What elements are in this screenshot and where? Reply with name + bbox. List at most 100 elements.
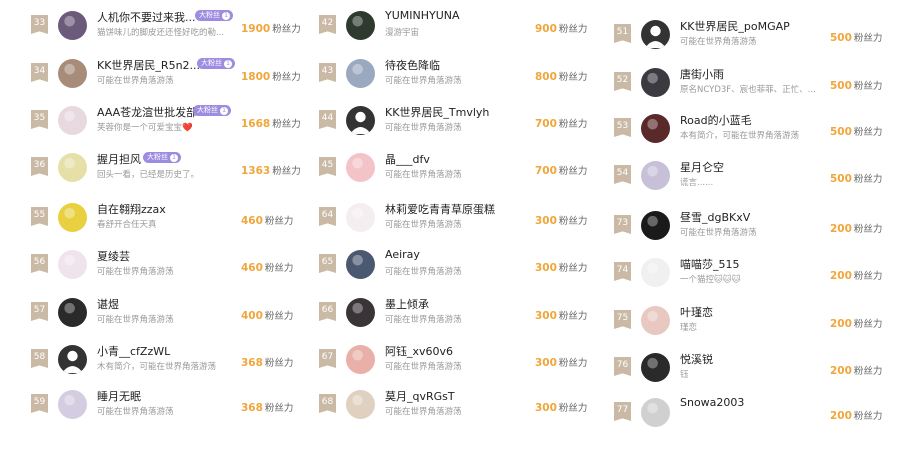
avatar[interactable] [58, 203, 87, 232]
fan-list-item[interactable]: 33 人机你不要过来我... 大粉丝 1 猫饼味儿的脚皮还还怪好吃的勒... 1900 粉丝… [31, 10, 301, 63]
fan-power-unit: 粉丝力 [853, 33, 883, 44]
fan-power: 200 粉丝力 [830, 359, 882, 378]
fan-power: 300 粉丝力 [535, 351, 587, 370]
rank-number: 65 [319, 254, 336, 273]
user-name[interactable]: KK世界居民_poMGAP [680, 18, 790, 34]
avatar[interactable] [346, 298, 375, 327]
avatar[interactable] [346, 345, 375, 374]
fan-list-item[interactable]: 51 KK世界居民_poMGAP 可能在世界角落游荡 500 粉丝力 [614, 20, 884, 72]
user-name[interactable]: KK世界居民_Tmvlyh [385, 104, 489, 120]
avatar[interactable] [58, 345, 87, 374]
rank-number: 74 [614, 262, 631, 281]
fan-list-item[interactable]: 56 夏绫芸 可能在世界角落游荡 460 粉丝力 [31, 250, 301, 302]
user-name[interactable]: 喵喵莎_515 [680, 256, 740, 272]
user-description: 钰 [680, 370, 689, 380]
user-name[interactable]: 唐街小雨 [680, 66, 724, 82]
fan-power: 460 粉丝力 [241, 209, 293, 228]
fan-list-item[interactable]: 54 星月仑空 谎言...... 500 粉丝力 [614, 161, 884, 213]
fan-power: 500 粉丝力 [830, 74, 882, 93]
user-name[interactable]: KK世界居民_R5n2... [97, 57, 200, 73]
avatar[interactable] [641, 114, 670, 143]
user-name[interactable]: 握月担风 [97, 151, 141, 167]
avatar[interactable] [58, 250, 87, 279]
rank-number: 33 [31, 15, 48, 34]
user-description: 谎言...... [680, 178, 714, 188]
fan-list-item[interactable]: 74 喵喵莎_515 一个猫控🐱🐱🐱 200 粉丝力 [614, 258, 884, 310]
user-name[interactable]: 夏绫芸 [97, 248, 130, 264]
fan-list-item[interactable]: 42 YUMINHYUNA 漫游宇宙 900 粉丝力 [319, 9, 589, 63]
fan-power-value: 300 [535, 215, 557, 227]
fan-power: 300 粉丝力 [535, 396, 587, 415]
rank-number: 45 [319, 157, 336, 176]
fan-power-value: 1900 [241, 23, 271, 35]
avatar[interactable] [641, 20, 670, 49]
avatar[interactable] [346, 203, 375, 232]
avatar[interactable] [641, 353, 670, 382]
avatar[interactable] [641, 68, 670, 97]
avatar[interactable] [58, 390, 87, 419]
user-name[interactable]: YUMINHYUNA [385, 9, 460, 22]
rank-number: 53 [614, 118, 631, 137]
rank-number: 43 [319, 63, 336, 82]
avatar[interactable] [641, 258, 670, 287]
user-name[interactable]: AAA苍龙渲世批发部 [97, 104, 197, 120]
fan-power: 500 粉丝力 [830, 120, 882, 139]
user-name[interactable]: 待夜色降临 [385, 57, 440, 73]
rank-number: 36 [31, 157, 48, 176]
avatar[interactable] [346, 11, 375, 40]
avatar[interactable] [346, 59, 375, 88]
user-name[interactable]: Aeiray [385, 248, 420, 261]
rank-number: 55 [31, 207, 48, 226]
fan-power-unit: 粉丝力 [558, 263, 588, 274]
fan-list-item[interactable]: 45 晶___dfv 可能在世界角落游荡 700 粉丝力 [319, 153, 589, 205]
avatar[interactable] [58, 11, 87, 40]
user-description: 可能在世界角落游荡 [385, 362, 462, 372]
big-fan-badge: 大粉丝 1 [143, 152, 181, 163]
fan-power: 368 粉丝力 [241, 351, 293, 370]
fan-list-item[interactable]: 65 Aeiray 可能在世界角落游荡 300 粉丝力 [319, 248, 589, 302]
user-name[interactable]: 叶瑾恋 [680, 304, 713, 320]
fan-list-item[interactable]: 35 AAA苍龙渲世批发部 大粉丝 1 芙蓉你是一个可爱宝宝❤️ 1668 粉丝力 [31, 105, 301, 158]
user-name[interactable]: 星月仑空 [680, 159, 724, 175]
avatar[interactable] [58, 59, 87, 88]
fan-list-item[interactable]: 68 莫月_qvRGsT 可能在世界角落游荡 300 粉丝力 [319, 390, 589, 442]
user-name[interactable]: 墨上倾承 [385, 296, 429, 312]
user-name[interactable]: 睡月无眠 [97, 388, 141, 404]
avatar[interactable] [641, 398, 670, 427]
user-name[interactable]: 自在翱翔zzax [97, 201, 166, 217]
fan-list-item[interactable]: 64 林莉爱吃青青草原蛋糕 可能在世界角落游荡 300 粉丝力 [319, 203, 589, 255]
user-name[interactable]: 昼雪_dgBKxV [680, 209, 750, 225]
user-name[interactable]: Road的小蓝毛 [680, 112, 752, 128]
user-name[interactable]: 阿钰_xv60v6 [385, 343, 453, 359]
avatar[interactable] [346, 153, 375, 182]
user-description: 可能在世界角落游荡 [385, 315, 462, 325]
user-name[interactable]: 悦溪锐 [680, 351, 713, 367]
avatar[interactable] [58, 298, 87, 327]
avatar[interactable] [641, 306, 670, 335]
fan-list-item[interactable]: 77 Snowa2003 200 粉丝力 [614, 396, 884, 450]
fan-list-item[interactable]: 44 KK世界居民_Tmvlyh 可能在世界角落游荡 700 粉丝力 [319, 106, 589, 158]
fan-list-item[interactable]: 36 握月担风 大粉丝 1 回头一看，已经是历史了。 1363 粉丝力 [31, 152, 301, 205]
user-name[interactable]: 莫月_qvRGsT [385, 388, 455, 404]
fan-list-item[interactable]: 75 叶瑾恋 瑾恋 200 粉丝力 [614, 306, 884, 358]
avatar[interactable] [641, 161, 670, 190]
big-fan-badge: 大粉丝 1 [195, 10, 233, 21]
fan-list-item[interactable]: 66 墨上倾承 可能在世界角落游荡 300 粉丝力 [319, 298, 589, 350]
user-name[interactable]: 人机你不要过来我... [97, 9, 196, 25]
user-name[interactable]: 晶___dfv [385, 151, 430, 167]
avatar[interactable] [58, 153, 87, 182]
user-name[interactable]: 小青__cfZzWL [97, 343, 170, 359]
fan-list-item[interactable]: 59 睡月无眠 可能在世界角落游荡 368 粉丝力 [31, 390, 301, 442]
user-name[interactable]: 谌煜 [97, 296, 119, 312]
avatar[interactable] [346, 390, 375, 419]
fan-list-item[interactable]: 53 Road的小蓝毛 本有简介，可能在世界角落游荡 500 粉丝力 [614, 114, 884, 166]
fan-list-item[interactable]: 73 昼雪_dgBKxV 可能在世界角落游荡 200 粉丝力 [614, 211, 884, 263]
avatar[interactable] [58, 106, 87, 135]
avatar[interactable] [641, 211, 670, 240]
rank-number: 73 [614, 215, 631, 234]
fan-list-item[interactable]: 55 自在翱翔zzax 春舒开合任天真 460 粉丝力 [31, 203, 301, 255]
avatar[interactable] [346, 106, 375, 135]
fan-power-unit: 粉丝力 [272, 72, 301, 83]
avatar[interactable] [346, 250, 375, 279]
user-name[interactable]: 林莉爱吃青青草原蛋糕 [385, 201, 495, 217]
